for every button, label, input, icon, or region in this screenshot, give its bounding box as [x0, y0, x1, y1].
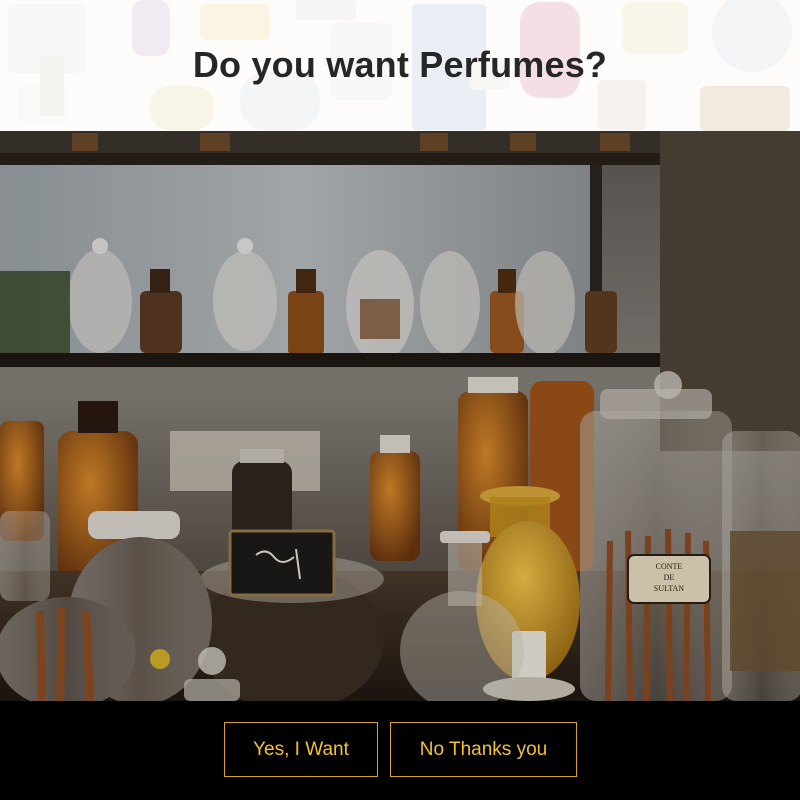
- yes-i-want-button[interactable]: Yes, I Want: [224, 722, 378, 777]
- no-thanks-button[interactable]: No Thanks you: [390, 722, 577, 777]
- popup-header: Do you want Perfumes?: [0, 0, 800, 131]
- popup-title: Do you want Perfumes?: [192, 44, 608, 85]
- popup-footer: Yes, I Want No Thanks you: [0, 701, 800, 800]
- hero-image: CONTE DE SULTAN: [0, 131, 800, 701]
